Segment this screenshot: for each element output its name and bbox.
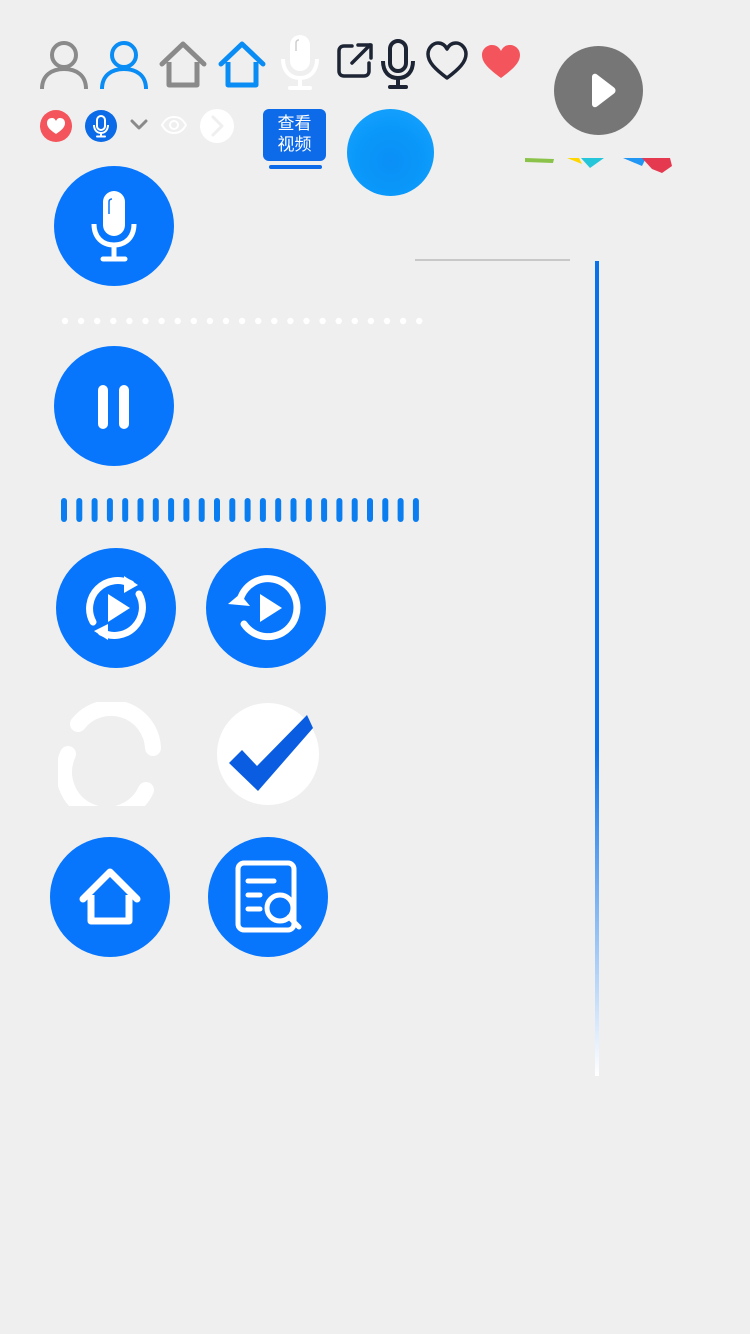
wave-bar xyxy=(229,498,236,522)
heart-badge-icon[interactable] xyxy=(40,110,72,142)
wave-bar xyxy=(183,498,190,522)
dot xyxy=(77,317,85,325)
wave-bar xyxy=(91,498,98,522)
dot xyxy=(367,317,375,325)
dot xyxy=(287,317,294,325)
document-search-icon xyxy=(235,860,302,933)
wave-bar xyxy=(152,498,159,522)
waveform-bars xyxy=(58,496,428,524)
checkmark-button[interactable] xyxy=(217,703,319,805)
chevron-down-icon[interactable] xyxy=(129,117,149,133)
wave-bar xyxy=(351,498,358,522)
dot xyxy=(110,317,117,325)
replay-icon xyxy=(86,576,146,640)
dot xyxy=(222,317,230,325)
wave-bar xyxy=(198,498,205,522)
play-button[interactable] xyxy=(554,46,643,135)
wave-bar xyxy=(382,498,389,522)
heart-outline-icon[interactable] xyxy=(425,40,469,82)
wave-bar xyxy=(275,498,282,522)
heart-filled-icon[interactable] xyxy=(481,44,521,80)
dot xyxy=(335,317,342,325)
home-button[interactable] xyxy=(50,837,170,957)
document-search-button[interactable] xyxy=(208,837,328,957)
vertical-progress-line xyxy=(595,261,599,1076)
wave-bar xyxy=(76,498,83,522)
wave-bar xyxy=(137,498,144,522)
dot xyxy=(190,317,197,325)
wave-bar xyxy=(321,498,328,522)
replay-button[interactable] xyxy=(56,548,176,668)
wave-bar xyxy=(244,498,251,522)
dot xyxy=(94,317,101,325)
replay-left-icon xyxy=(228,575,301,641)
wave-bar xyxy=(259,498,266,522)
microphone-white-icon[interactable] xyxy=(280,33,320,91)
microphone-button[interactable] xyxy=(54,166,174,286)
wave-bar xyxy=(412,498,419,522)
dot xyxy=(126,317,133,325)
dot xyxy=(319,317,326,325)
view-video-badge[interactable]: 查看 视频 xyxy=(263,109,326,161)
user-gray-icon[interactable] xyxy=(38,38,90,90)
microphone-badge-icon[interactable] xyxy=(85,110,117,142)
dot xyxy=(303,317,310,325)
dot xyxy=(238,317,246,325)
user-blue-icon[interactable] xyxy=(98,38,150,90)
dot xyxy=(174,317,181,325)
view-video-label-line2: 视频 xyxy=(277,135,312,155)
dot xyxy=(383,317,391,325)
wave-bar xyxy=(106,498,113,522)
color-fragments xyxy=(524,154,674,176)
loading-ring-icon xyxy=(58,702,162,806)
dot xyxy=(158,317,165,325)
view-video-label-line1: 查看 xyxy=(277,114,312,134)
home-icon xyxy=(79,868,141,925)
wave-bar xyxy=(61,498,67,522)
dot xyxy=(351,317,358,325)
microphone-icon xyxy=(91,191,137,262)
dot xyxy=(61,317,69,325)
dot xyxy=(271,317,278,325)
gradient-ball[interactable] xyxy=(347,109,434,196)
view-video-underline xyxy=(269,165,322,169)
wave-bar xyxy=(305,498,312,522)
external-link-icon[interactable] xyxy=(336,42,374,80)
wave-bar xyxy=(214,498,220,522)
dot xyxy=(206,317,214,325)
wave-bar xyxy=(367,498,373,522)
dot xyxy=(416,317,423,325)
dot xyxy=(399,317,407,325)
play-icon xyxy=(592,73,616,108)
wave-bar xyxy=(168,498,175,522)
horizontal-divider xyxy=(415,259,570,261)
dot xyxy=(255,317,262,325)
wave-bar xyxy=(290,498,297,522)
checkmark-icon xyxy=(217,703,319,805)
microphone-dark-icon[interactable] xyxy=(380,38,416,90)
wave-bar xyxy=(336,498,343,522)
home-blue-icon[interactable] xyxy=(218,40,266,88)
replay-left-button[interactable] xyxy=(206,548,326,668)
home-gray-icon[interactable] xyxy=(159,40,207,88)
wave-bar xyxy=(397,498,404,522)
wave-bar xyxy=(122,498,129,522)
dotted-divider xyxy=(58,315,428,327)
pause-button[interactable] xyxy=(54,346,174,466)
dot xyxy=(142,317,149,325)
eye-icon[interactable] xyxy=(160,115,188,135)
pause-icon xyxy=(98,385,129,429)
chevron-right-icon[interactable] xyxy=(200,109,234,143)
